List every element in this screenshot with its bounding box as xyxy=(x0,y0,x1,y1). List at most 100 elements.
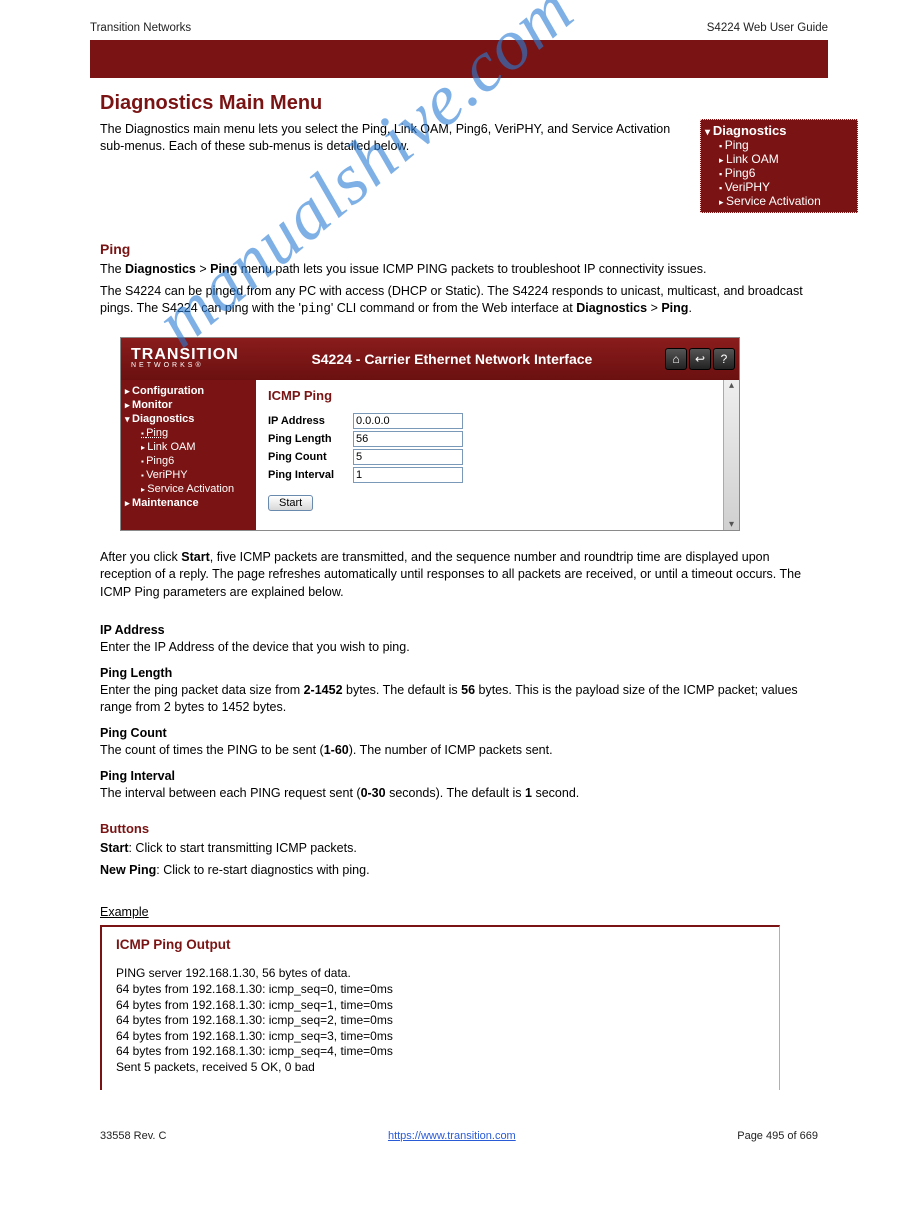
t: > xyxy=(196,262,210,276)
intro-paragraph: The Diagnostics main menu lets you selec… xyxy=(100,119,680,155)
sidebar-item-veriphy[interactable]: VeriPHY xyxy=(125,468,256,482)
sidebar-item-linkoam[interactable]: Link OAM xyxy=(125,440,256,454)
page-running-header: Transition Networks S4224 Web User Guide xyxy=(0,0,918,40)
sidebar-diagnostics[interactable]: Diagnostics xyxy=(125,412,256,426)
t: Enter the ping packet data size from xyxy=(100,683,304,697)
sidebar-maintenance[interactable]: Maintenance xyxy=(125,496,256,510)
logout-icon[interactable]: ↩ xyxy=(689,348,711,370)
sidebar-configuration[interactable]: Configuration xyxy=(125,384,256,398)
ip-address-label: IP Address xyxy=(268,415,353,427)
t: 1 xyxy=(525,786,532,800)
param-definitions: IP Address Enter the IP Address of the d… xyxy=(100,623,818,801)
t: After you click xyxy=(100,550,181,564)
t: The xyxy=(100,262,125,276)
t: Diagnostics xyxy=(125,262,196,276)
scrollbar[interactable]: ▴ ▾ xyxy=(723,380,739,530)
t: Ping xyxy=(210,262,237,276)
ping-count-input[interactable] xyxy=(353,449,463,465)
header-left: Transition Networks xyxy=(90,22,191,34)
logo-main: TRANSITION xyxy=(131,346,239,363)
param-cnt-title: Ping Count xyxy=(100,726,818,740)
t: New Ping xyxy=(100,863,156,877)
ping-interval-label: Ping Interval xyxy=(268,469,353,481)
help-icon[interactable]: ? xyxy=(713,348,735,370)
start-description: After you click Start, five ICMP packets… xyxy=(100,549,818,602)
ui-sidebar: Configuration Monitor Diagnostics Ping L… xyxy=(121,380,256,530)
ui-toolbar: ⌂ ↩ ? xyxy=(665,348,739,370)
t: pinged xyxy=(206,284,244,298)
output-heading: ICMP Ping Output xyxy=(116,937,765,952)
output-line: Sent 5 packets, received 5 OK, 0 bad xyxy=(116,1060,765,1076)
t: 56 xyxy=(461,683,475,697)
t: menu path lets you issue ICMP PING packe… xyxy=(237,262,706,276)
t: 0-30 xyxy=(361,786,386,800)
t: Ping xyxy=(661,301,688,315)
t: The interval between each PING request s… xyxy=(100,786,361,800)
output-line: 64 bytes from 192.168.1.30: icmp_seq=1, … xyxy=(116,998,765,1014)
ping-length-input[interactable] xyxy=(353,431,463,447)
t: Diagnostics xyxy=(576,301,647,315)
t: The count of times the PING to be sent ( xyxy=(100,743,324,757)
scroll-up-icon[interactable]: ▴ xyxy=(724,380,739,391)
ping-intro-2: The S4224 can be pinged from any PC with… xyxy=(100,283,818,319)
t: seconds). The default is xyxy=(386,786,525,800)
param-int-title: Ping Interval xyxy=(100,769,818,783)
buttons-start-desc: Start: Click to start transmitting ICMP … xyxy=(100,840,818,858)
ping-intro-1: The Diagnostics > Ping menu path lets yo… xyxy=(100,261,818,279)
t: second. xyxy=(532,786,579,800)
output-line: 64 bytes from 192.168.1.30: icmp_seq=2, … xyxy=(116,1013,765,1029)
t: The S4224 can be xyxy=(100,284,206,298)
t: : Click to start transmitting ICMP packe… xyxy=(128,841,356,855)
logo-sub: NETWORKS® xyxy=(131,363,239,369)
ui-titlebar: TRANSITION NETWORKS® S4224 - Carrier Eth… xyxy=(121,338,739,380)
mini-nav-item-svcact: Service Activation xyxy=(705,194,853,208)
sidebar-item-ping[interactable]: Ping xyxy=(125,426,256,440)
t: Start xyxy=(100,841,128,855)
mini-nav-item-linkoam: Link OAM xyxy=(705,152,853,166)
t: ping xyxy=(301,302,331,316)
t: 2-1452 xyxy=(304,683,343,697)
output-line: 64 bytes from 192.168.1.30: icmp_seq=4, … xyxy=(116,1044,765,1060)
t: > xyxy=(647,301,661,315)
header-right: S4224 Web User Guide xyxy=(707,22,828,34)
ping-count-label: Ping Count xyxy=(268,451,353,463)
param-cnt-desc: The count of times the PING to be sent (… xyxy=(100,742,818,759)
buttons-heading: Buttons xyxy=(100,821,918,836)
sidebar-monitor[interactable]: Monitor xyxy=(125,398,256,412)
sidebar-item-svcact[interactable]: Service Activation xyxy=(125,482,256,496)
buttons-newping-desc: New Ping: Click to re-start diagnostics … xyxy=(100,862,818,880)
t: . xyxy=(688,301,691,315)
ping-interval-input[interactable] xyxy=(353,467,463,483)
footer-link[interactable]: https://www.transition.com xyxy=(388,1130,516,1142)
example-label: Example xyxy=(100,905,918,919)
header-red-bar xyxy=(90,40,828,78)
param-len-title: Ping Length xyxy=(100,666,818,680)
t: Start xyxy=(181,550,209,564)
ui-title: S4224 - Carrier Ethernet Network Interfa… xyxy=(239,351,665,367)
mini-nav-item-veriphy: VeriPHY xyxy=(705,180,853,194)
ip-address-input[interactable] xyxy=(353,413,463,429)
t: ' CLI command or from the Web interface … xyxy=(331,301,576,315)
home-icon[interactable]: ⌂ xyxy=(665,348,687,370)
footer-left: 33558 Rev. C xyxy=(100,1130,166,1142)
param-ip-title: IP Address xyxy=(100,623,818,637)
ping-length-label: Ping Length xyxy=(268,433,353,445)
diagnostics-mini-nav: Diagnostics Ping Link OAM Ping6 VeriPHY … xyxy=(700,119,858,213)
section-title: Diagnostics Main Menu xyxy=(100,92,918,115)
footer-right: Page 495 of 669 xyxy=(737,1130,818,1142)
ping-heading: Ping xyxy=(100,241,918,257)
sidebar-item-ping6[interactable]: Ping6 xyxy=(125,454,256,468)
panel-heading: ICMP Ping xyxy=(268,388,715,403)
page-footer: 33558 Rev. C https://www.transition.com … xyxy=(100,1130,818,1142)
t: : Click to re-start diagnostics with pin… xyxy=(156,863,369,877)
param-len-desc: Enter the ping packet data size from 2-1… xyxy=(100,682,818,716)
ui-main-panel: ICMP Ping IP Address Ping Length Ping Co… xyxy=(256,380,723,530)
ping-output-box: ICMP Ping Output PING server 192.168.1.3… xyxy=(100,925,780,1089)
t: ). The number of ICMP packets sent. xyxy=(349,743,553,757)
transition-logo: TRANSITION NETWORKS® xyxy=(121,348,239,369)
mini-nav-item-ping6: Ping6 xyxy=(705,166,853,180)
start-button[interactable]: Start xyxy=(268,495,313,511)
t: bytes. The default is xyxy=(343,683,462,697)
scroll-down-icon[interactable]: ▾ xyxy=(724,519,739,530)
param-int-desc: The interval between each PING request s… xyxy=(100,785,818,802)
